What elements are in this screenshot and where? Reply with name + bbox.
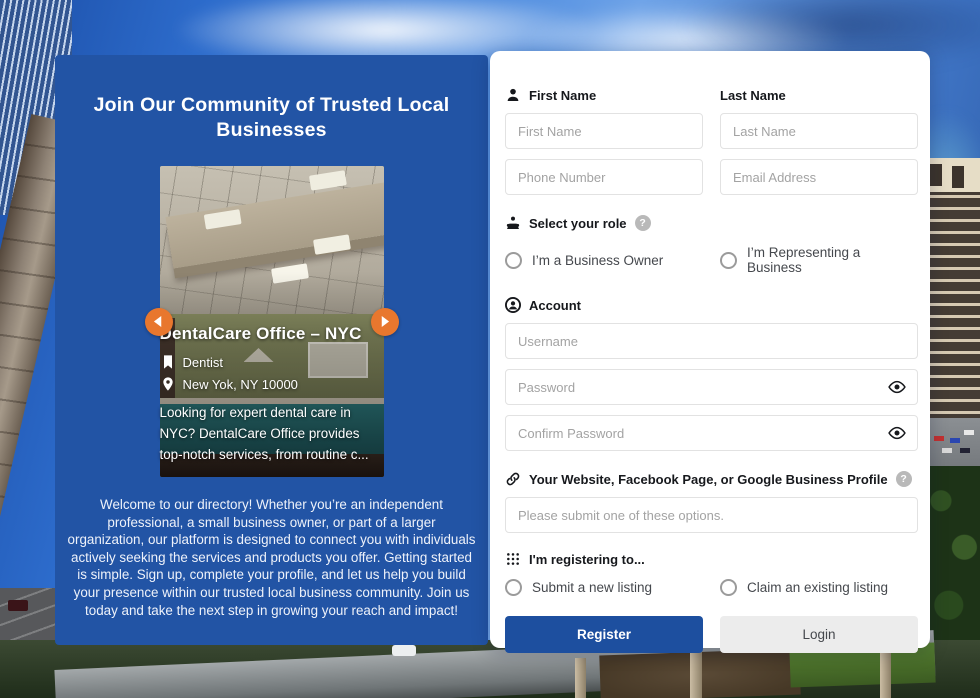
road-right (928, 418, 980, 468)
password-input[interactable] (505, 369, 918, 405)
van (392, 645, 416, 656)
listing-category: Dentist (160, 354, 378, 370)
website-help-icon[interactable]: ? (896, 471, 912, 487)
radio-circle-icon[interactable] (505, 252, 522, 269)
map-pin-icon (160, 376, 176, 392)
radio-circle-icon[interactable] (505, 579, 522, 596)
radio-circle-icon[interactable] (720, 579, 737, 596)
listing-location: New Yok, NY 10000 (160, 376, 378, 392)
promo-panel: Join Our Community of Trusted Local Busi… (55, 55, 488, 645)
phone-input[interactable] (505, 159, 703, 195)
website-input[interactable] (505, 497, 918, 533)
ramp-pillar (880, 648, 891, 698)
account-label: Account (505, 295, 918, 315)
group-icon (505, 215, 521, 231)
radio-business-owner[interactable]: I’m a Business Owner (505, 245, 703, 275)
registration-form: First Name Last Name Select your role ? … (490, 51, 930, 648)
bookmark-icon (160, 354, 176, 370)
email-input[interactable] (720, 159, 918, 195)
radio-submit-new-listing[interactable]: Submit a new listing (505, 579, 703, 596)
role-help-icon[interactable]: ? (635, 215, 651, 231)
confirm-password-input[interactable] (505, 415, 918, 451)
first-name-input[interactable] (505, 113, 703, 149)
listing-title: DentalCare Office – NYC (160, 324, 378, 344)
website-label: Your Website, Facebook Page, or Google B… (505, 469, 918, 489)
listing-description: Looking for expert dental care in NYC? D… (160, 402, 378, 465)
listing-carousel: DentalCare Office – NYC Dentist New Yok,… (160, 166, 384, 477)
person-icon (505, 87, 521, 103)
eye-icon[interactable] (887, 423, 907, 443)
login-button[interactable]: Login (720, 616, 918, 653)
car (8, 600, 28, 611)
radio-circle-icon[interactable] (720, 252, 737, 269)
radio-representing-business[interactable]: I’m Representing a Business (720, 245, 918, 275)
carousel-next-button[interactable] (371, 308, 399, 336)
listing-info: DentalCare Office – NYC Dentist New Yok,… (160, 324, 384, 477)
role-label: Select your role ? (505, 213, 918, 233)
listing-location-label: New Yok, NY 10000 (183, 377, 298, 392)
page-title: Join Our Community of Trusted Local Busi… (82, 93, 462, 143)
account-circle-icon (505, 297, 521, 313)
chevron-right-icon (379, 316, 390, 327)
first-name-label: First Name (505, 85, 703, 105)
welcome-text: Welcome to our directory! Whether you’re… (68, 496, 476, 619)
carousel-prev-button[interactable] (145, 308, 173, 336)
last-name-label: Last Name (720, 85, 918, 105)
register-button[interactable]: Register (505, 616, 703, 653)
ramp-pillar (575, 658, 586, 698)
chevron-left-icon (153, 316, 164, 327)
registering-label: I'm registering to... (505, 549, 918, 569)
page: Join Our Community of Trusted Local Busi… (0, 0, 980, 698)
grid-dots-icon (505, 551, 521, 567)
listing-category-label: Dentist (183, 355, 223, 370)
last-name-input[interactable] (720, 113, 918, 149)
radio-claim-existing-listing[interactable]: Claim an existing listing (720, 579, 918, 596)
link-icon (505, 471, 521, 487)
ramp-pillar (690, 652, 702, 698)
eye-icon[interactable] (887, 377, 907, 397)
username-input[interactable] (505, 323, 918, 359)
